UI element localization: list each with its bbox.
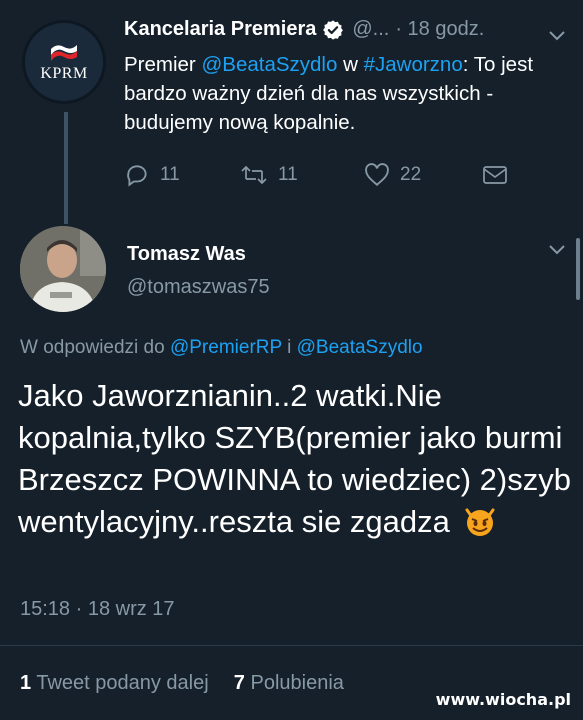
tweet-timestamp[interactable]: 15:18 · 18 wrz 17 — [20, 598, 175, 621]
mention-link[interactable]: @BeataSzydlo — [201, 53, 337, 76]
reply-icon — [127, 165, 147, 187]
like-button[interactable]: 22 — [364, 161, 421, 189]
watermark: www.wiocha.pl — [435, 690, 571, 709]
kprm-avatar[interactable]: KPRM — [22, 20, 106, 104]
heart-icon — [365, 163, 389, 186]
hashtag-link[interactable]: #Jaworzno — [364, 53, 463, 76]
like-count[interactable]: 7 — [234, 672, 245, 694]
flag-icon — [51, 45, 77, 61]
smiling-devil-icon — [465, 508, 495, 536]
retweet-count[interactable]: 1 — [20, 672, 31, 694]
chevron-down-icon[interactable] — [548, 244, 566, 256]
handle[interactable]: @tomaszwas75 — [127, 276, 270, 299]
reply-count: 11 — [160, 164, 180, 185]
like-count: 22 — [400, 164, 422, 185]
divider — [0, 645, 583, 646]
scrollbar[interactable] — [576, 238, 580, 300]
tweet-stats: 1 Tweet podany dalej 7 Polubienia — [20, 672, 344, 695]
avatar-label: KPRM — [40, 65, 88, 82]
reply-button[interactable]: 11 — [124, 161, 180, 189]
user-avatar[interactable] — [20, 226, 106, 312]
chevron-down-icon[interactable] — [548, 30, 566, 42]
retweet-count: 11 — [278, 164, 298, 185]
thread-connector — [64, 112, 68, 224]
profile-photo — [20, 226, 106, 312]
verified-badge-icon — [323, 19, 344, 40]
mention-link[interactable]: @PremierRP — [170, 337, 282, 358]
tweet1-text: Premier @BeataSzydlo w #Jaworzno: To jes… — [124, 53, 534, 134]
retweet-button[interactable]: 11 — [240, 161, 298, 189]
retweet-icon — [241, 165, 267, 185]
like-label[interactable]: Polubienia — [250, 672, 343, 694]
tweet-time[interactable]: · 18 godz. — [395, 18, 484, 41]
tweet2-text: Jako Jaworznianin..2 watki.Nie kopalnia,… — [18, 378, 571, 539]
display-name[interactable]: Tomasz Was — [127, 243, 246, 266]
envelope-icon — [483, 166, 507, 184]
message-button[interactable] — [482, 161, 508, 189]
retweet-label[interactable]: Tweet podany dalej — [36, 672, 208, 694]
tweet1-header: Kancelaria Premiera @... · 18 godz. — [124, 18, 484, 41]
display-name[interactable]: Kancelaria Premiera — [124, 18, 316, 41]
mention-link[interactable]: @BeataSzydlo — [297, 337, 423, 358]
handle[interactable]: @... — [352, 18, 389, 41]
reply-context: W odpowiedzi do @PremierRP i @BeataSzydl… — [20, 337, 423, 358]
